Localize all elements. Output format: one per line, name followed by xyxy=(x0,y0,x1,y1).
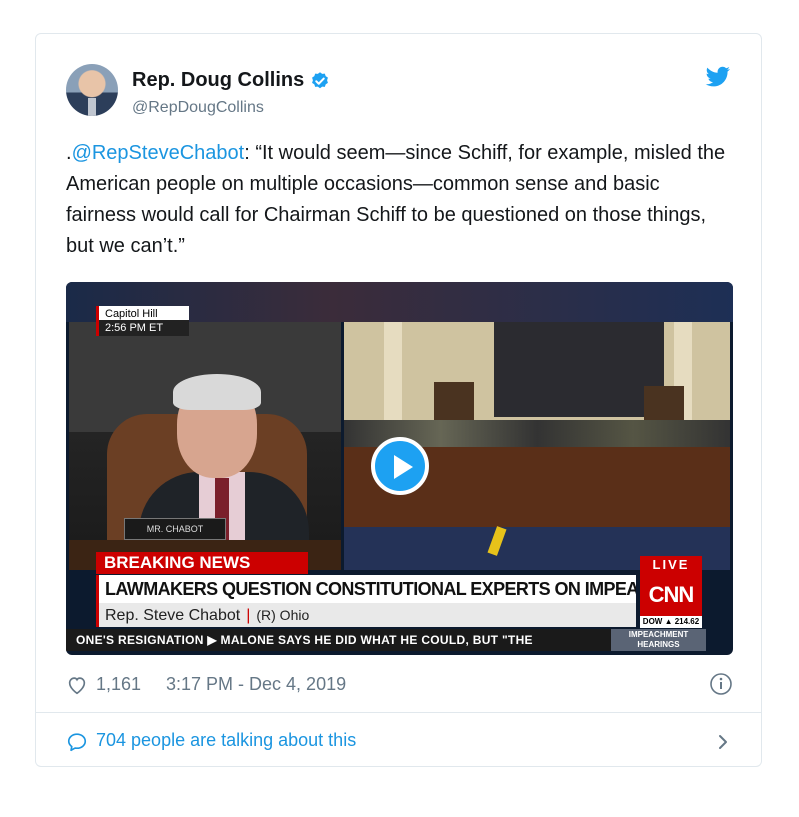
location-label: Capitol Hill xyxy=(105,308,158,320)
mention-link[interactable]: @RepSteveChabot xyxy=(72,142,245,164)
avatar[interactable] xyxy=(66,64,118,116)
chevron-right-icon[interactable] xyxy=(713,732,733,752)
tweet-timestamp[interactable]: 3:17 PM - Dec 4, 2019 xyxy=(166,674,346,695)
author-name-line[interactable]: Rep. Doug Collins xyxy=(132,69,330,92)
video-player[interactable]: MR. CHABOT Capitol Hill 2:56 PM ET BREAK… xyxy=(66,282,733,655)
dow-ticker: DOW ▲ 214.62 xyxy=(640,616,702,628)
twitter-bird-icon[interactable] xyxy=(705,64,731,90)
author-name[interactable]: Rep. Doug Collins xyxy=(132,69,304,92)
location-bug: Capitol Hill 2:56 PM ET xyxy=(96,306,189,336)
like-count[interactable]: 1,161 xyxy=(96,674,141,695)
play-button[interactable] xyxy=(371,437,429,495)
tweet-meta: 1,161 3:17 PM - Dec 4, 2019 xyxy=(66,672,733,700)
author-handle[interactable]: @RepDougCollins xyxy=(132,99,264,117)
speaker-name: Rep. Steve Chabot xyxy=(105,607,241,624)
heart-icon[interactable] xyxy=(66,674,88,696)
speaker-lower-third: Rep. Steve Chabot | (R) Ohio xyxy=(96,603,636,627)
news-ticker: ONE'S RESIGNATION ▶ MALONE SAYS HE DID W… xyxy=(66,629,611,651)
verified-badge-icon xyxy=(312,71,329,88)
tweet-header: Rep. Doug Collins @RepDougCollins xyxy=(66,64,733,124)
news-headline: LAWMAKERS QUESTION CONSTITUTIONAL EXPERT… xyxy=(96,575,636,603)
divider xyxy=(36,712,761,713)
comment-bubble-icon xyxy=(67,733,87,752)
nameplate: MR. CHABOT xyxy=(124,518,226,540)
cnn-logo: CNN xyxy=(640,574,702,616)
info-icon[interactable] xyxy=(709,672,733,696)
live-badge: LIVE xyxy=(640,556,702,574)
play-icon xyxy=(394,455,413,479)
speaker-party: (R) Ohio xyxy=(256,607,310,623)
talking-count[interactable]: 704 people are talking about this xyxy=(96,730,356,751)
tweet-card: Rep. Doug Collins @RepDougCollins .@RepS… xyxy=(35,33,762,767)
tweet-text: .@RepSteveChabot: “It would seem—since S… xyxy=(66,138,733,262)
impeachment-hearings-bug: IMPEACHMENT HEARINGS xyxy=(611,629,706,651)
speaker-pane: MR. CHABOT xyxy=(69,322,341,570)
breaking-news-banner: BREAKING NEWS xyxy=(96,552,308,574)
conversation-link[interactable]: 704 people are talking about this xyxy=(66,730,733,754)
time-label: 2:56 PM ET xyxy=(105,322,164,334)
